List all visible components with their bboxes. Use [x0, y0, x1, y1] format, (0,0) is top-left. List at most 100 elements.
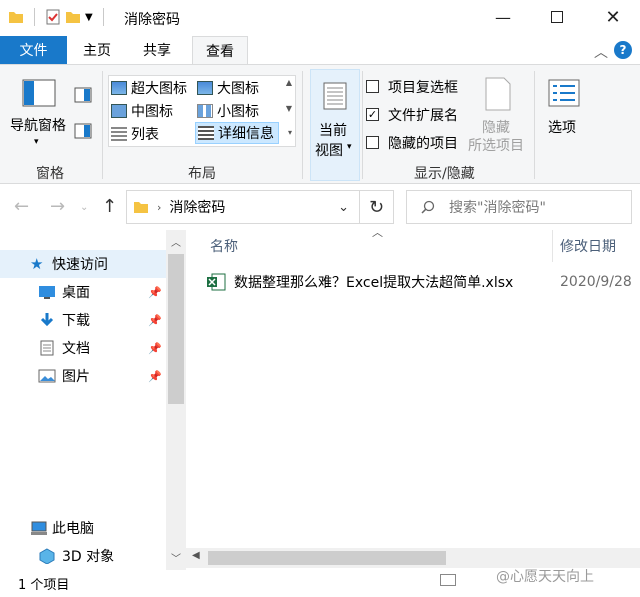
- sidebar-item-desktop[interactable]: 桌面 📌: [0, 278, 166, 306]
- back-icon[interactable]: ←: [14, 196, 29, 217]
- refresh-icon: ↻: [368, 196, 385, 218]
- scroll-down-icon[interactable]: ﹀: [171, 550, 181, 565]
- quick-access-toolbar: ▼: [8, 8, 110, 26]
- file-extensions-checkbox[interactable]: ✓: [366, 108, 379, 121]
- minimize-button[interactable]: —: [480, 0, 526, 34]
- sort-ascending-icon: ︿: [372, 226, 383, 239]
- preview-pane-icon[interactable]: [74, 87, 92, 103]
- tab-share[interactable]: 共享: [134, 36, 180, 64]
- small-icons-icon: [197, 104, 213, 118]
- details-view-icon[interactable]: [440, 574, 456, 586]
- nav-pane-button[interactable]: 导航窗格: [10, 115, 66, 135]
- qat-dropdown-icon[interactable]: ▼: [85, 12, 93, 23]
- nav-pane-scroll-thumb[interactable]: [168, 254, 184, 404]
- forward-icon[interactable]: →: [50, 196, 65, 217]
- file-modified-date: 2020/9/28: [560, 274, 632, 290]
- hidden-items-checkbox[interactable]: [366, 136, 379, 149]
- tab-home[interactable]: 主页: [74, 36, 120, 64]
- layout-list[interactable]: 列表: [111, 123, 159, 145]
- breadcrumb-current[interactable]: 消除密码: [169, 197, 225, 217]
- details-pane-icon[interactable]: [74, 123, 92, 139]
- computer-icon: [31, 521, 47, 535]
- list-icon: [111, 127, 127, 141]
- layout-extra-large-icons[interactable]: 超大图标: [111, 77, 187, 99]
- address-row: ← → ⌄ ↑ › 消除密码 ⌄ ↻ 搜索"消除密码": [0, 184, 640, 230]
- group-label-layout: 布局: [188, 166, 216, 182]
- help-icon[interactable]: ?: [614, 41, 632, 59]
- extra-large-icons-icon: [111, 81, 127, 95]
- column-header-modified[interactable]: 修改日期: [560, 236, 616, 256]
- up-icon[interactable]: ↑: [102, 196, 117, 217]
- nav-pane-scrollbar[interactable]: ︿ ﹀: [166, 230, 186, 570]
- layout-details[interactable]: 详细信息: [195, 122, 279, 144]
- sidebar-item-documents[interactable]: 文档 📌: [0, 334, 166, 362]
- sidebar-item-3d-objects[interactable]: 3D 对象: [0, 542, 166, 570]
- sidebar-item-quick-access[interactable]: ★ 快速访问: [0, 250, 166, 278]
- file-list-horizontal-scrollbar[interactable]: ◀: [186, 548, 640, 568]
- table-row[interactable]: 数据整理那么难？Excel提取大法超简单.xlsx 2020/9/28: [206, 270, 640, 294]
- download-icon: [40, 313, 54, 327]
- search-box[interactable]: 搜索"消除密码": [406, 190, 632, 224]
- watermark: @心愿天天向上: [496, 569, 594, 585]
- excel-file-icon: [207, 273, 226, 291]
- address-dropdown-icon[interactable]: ⌄: [338, 200, 349, 215]
- layout-large-icons[interactable]: 大图标: [197, 77, 259, 99]
- folder-icon: [9, 12, 23, 23]
- hidden-items-label: 隐藏的项目: [388, 136, 458, 152]
- refresh-button[interactable]: ↻: [360, 190, 394, 224]
- tab-file[interactable]: 文件: [0, 36, 67, 64]
- ribbon-view-panel: 导航窗格 ▾ 窗格 超大图标 大图标 中图标 小图标 列表 详细信息 ▲ ▼ ▾…: [0, 64, 640, 184]
- collapse-ribbon-icon[interactable]: ︿: [594, 42, 608, 62]
- close-icon: ✕: [605, 6, 621, 28]
- breadcrumb-separator-icon[interactable]: ›: [157, 201, 161, 214]
- gallery-more-icon[interactable]: ▾: [288, 128, 292, 137]
- current-view-button[interactable]: 当前 视图 ▾: [310, 69, 360, 181]
- column-header-name[interactable]: 名称: [210, 236, 238, 256]
- item-checkboxes-checkbox[interactable]: [366, 80, 379, 93]
- current-view-icon: [323, 82, 347, 110]
- window-title: 消除密码: [124, 12, 180, 28]
- navigation-pane: ★ 快速访问 桌面 📌 下载 📌 文档 📌 图片 📌 此电脑 3D 对象 ︿ ﹀: [0, 230, 186, 570]
- layout-small-icons[interactable]: 小图标: [197, 100, 259, 122]
- ribbon-tabs: 文件 主页 共享 查看 ︿ ?: [0, 36, 640, 65]
- group-label-show-hide: 显示/隐藏: [414, 166, 475, 182]
- scroll-up-icon[interactable]: ︿: [171, 234, 181, 249]
- sidebar-item-downloads[interactable]: 下载 📌: [0, 306, 166, 334]
- 3d-objects-icon: [39, 548, 55, 564]
- group-label-pane: 窗格: [36, 166, 64, 182]
- file-name: 数据整理那么难？Excel提取大法超简单.xlsx: [234, 275, 514, 291]
- minimize-icon: —: [495, 7, 511, 27]
- options-button[interactable]: 选项: [548, 117, 576, 137]
- document-icon: [40, 340, 54, 356]
- nav-pane-icon: [22, 79, 56, 107]
- chevron-down-icon[interactable]: ▾: [34, 137, 39, 147]
- layout-medium-icons[interactable]: 中图标: [111, 100, 173, 122]
- search-icon: [421, 200, 435, 214]
- address-bar[interactable]: › 消除密码 ⌄: [126, 190, 360, 224]
- title-bar: ▼ 消除密码 — ✕: [0, 0, 640, 36]
- tab-view[interactable]: 查看: [192, 36, 248, 65]
- scroll-left-icon[interactable]: ◀: [192, 550, 200, 561]
- gallery-up-icon[interactable]: ▲: [286, 78, 292, 87]
- medium-icons-icon: [111, 104, 127, 118]
- hide-selected-button[interactable]: 隐藏: [482, 117, 510, 137]
- details-icon: [198, 126, 214, 140]
- close-button[interactable]: ✕: [590, 0, 636, 34]
- new-folder-icon[interactable]: [65, 9, 81, 25]
- sidebar-item-pictures[interactable]: 图片 📌: [0, 362, 166, 390]
- pin-icon[interactable]: 📌: [148, 286, 162, 299]
- pin-icon[interactable]: 📌: [148, 370, 162, 383]
- recent-locations-icon[interactable]: ⌄: [80, 202, 88, 213]
- properties-icon[interactable]: [45, 9, 61, 25]
- gallery-down-icon[interactable]: ▼: [286, 104, 292, 113]
- item-checkboxes-label: 项目复选框: [388, 80, 458, 96]
- file-list: ︿ 名称 修改日期 数据整理那么难？Excel提取大法超简单.xlsx 2020…: [186, 226, 640, 570]
- sidebar-item-this-pc[interactable]: 此电脑: [0, 514, 166, 542]
- star-icon: ★: [30, 255, 44, 273]
- hide-selected-icon: [485, 77, 511, 111]
- pin-icon[interactable]: 📌: [148, 342, 162, 355]
- horizontal-scroll-thumb[interactable]: [208, 551, 446, 565]
- pin-icon[interactable]: 📌: [148, 314, 162, 327]
- maximize-icon: [551, 11, 563, 23]
- maximize-button[interactable]: [534, 0, 580, 34]
